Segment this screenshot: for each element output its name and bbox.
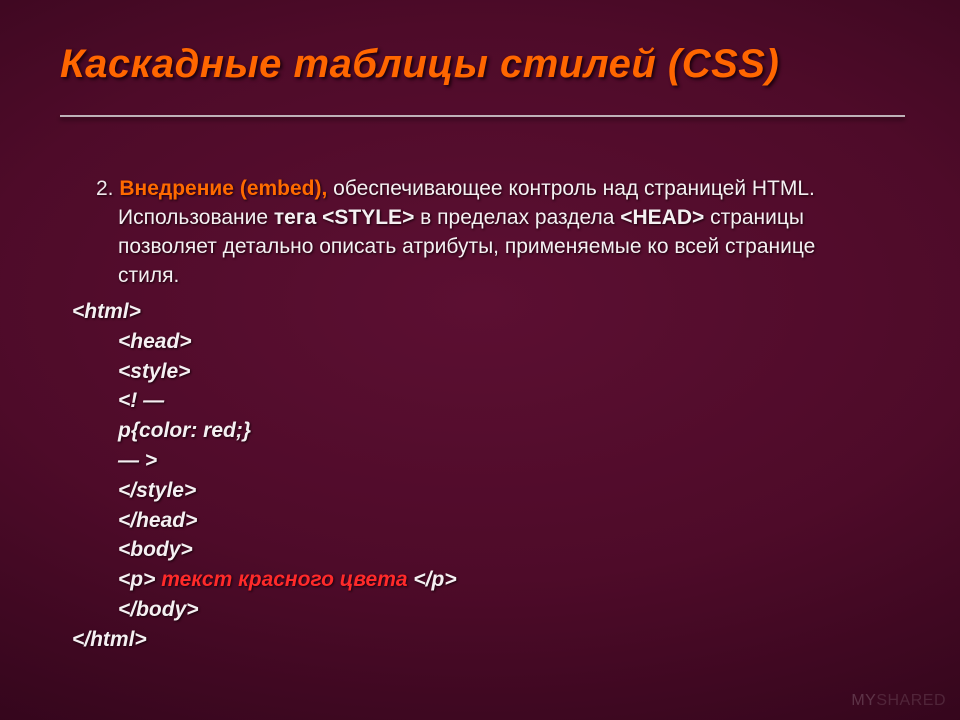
slide-body: 2. Внедрение (embed), обеспечивающее кон… xyxy=(72,175,870,655)
list-number: 2. xyxy=(96,177,114,200)
code-line: </body> xyxy=(72,595,870,625)
text-run-2: в пределах раздела xyxy=(414,206,620,229)
head-tag: <HEAD> xyxy=(620,206,704,229)
paragraph: 2. Внедрение (embed), обеспечивающее кон… xyxy=(72,175,870,291)
code-line: <! — xyxy=(72,386,870,416)
tag-word: тега xyxy=(274,206,322,229)
style-tag: <STYLE> xyxy=(322,206,414,229)
code-line: <head> xyxy=(72,327,870,357)
code-line: </style> xyxy=(72,476,870,506)
code-line: — > xyxy=(72,446,870,476)
code-line: <html> xyxy=(72,297,870,327)
p-close: </p> xyxy=(408,568,457,591)
code-block: <html> <head> <style> <! — p{color: red;… xyxy=(72,297,870,655)
code-line: <body> xyxy=(72,535,870,565)
watermark-my: MY xyxy=(851,692,876,709)
lead-term: Внедрение (embed), xyxy=(114,177,328,200)
code-line: <style> xyxy=(72,357,870,387)
title-divider xyxy=(60,115,905,117)
slide: Каскадные таблицы стилей (CSS) 2. Внедре… xyxy=(0,0,960,720)
p-open: <p> xyxy=(118,568,161,591)
code-line: <p> текст красного цвета </p> xyxy=(72,565,870,595)
code-line: p{color: red;} xyxy=(72,416,870,446)
watermark-shared: SHARED xyxy=(876,692,946,709)
watermark: MYSHARED xyxy=(851,692,946,710)
code-line: </head> xyxy=(72,506,870,536)
red-phrase: текст красного цвета xyxy=(161,568,407,591)
code-line: </html> xyxy=(72,625,870,655)
slide-title: Каскадные таблицы стилей (CSS) xyxy=(60,42,900,87)
